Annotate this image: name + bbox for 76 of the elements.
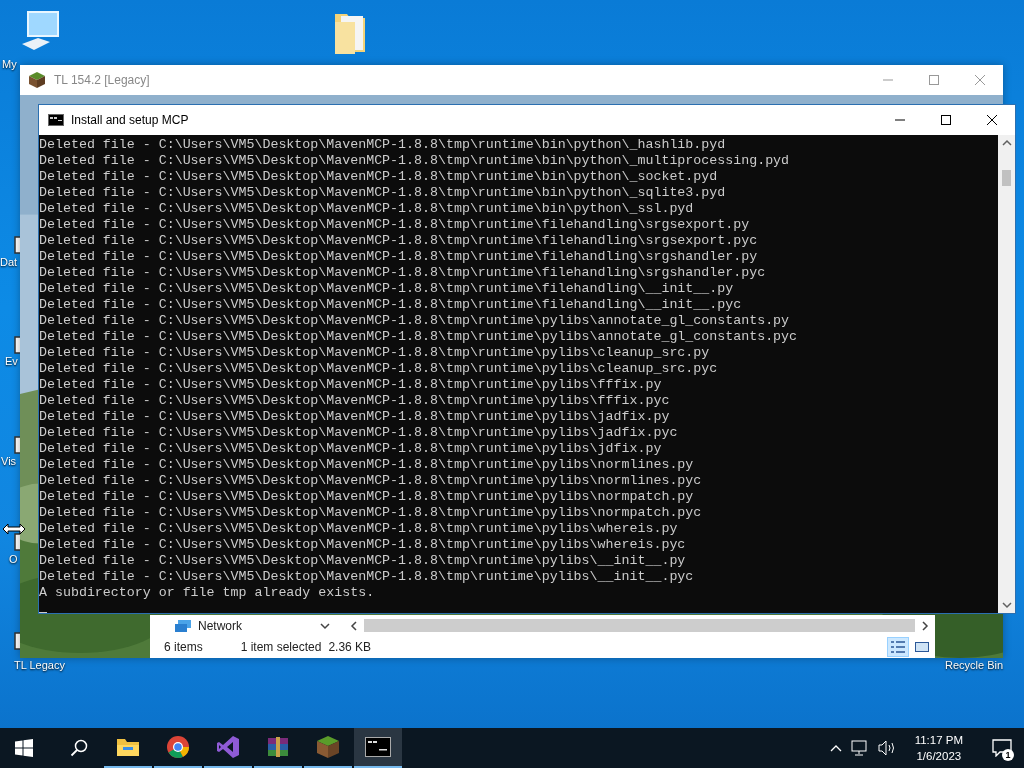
clock-date: 1/6/2023 [916, 749, 962, 764]
speech-bubble-icon [992, 739, 1012, 757]
location-label[interactable]: Network [198, 618, 314, 633]
console-line: Deleted file - C:\Users\VM5\Desktop\MavenMCP-1.8.8\tmp\runtime\pylibs\jadfix.py [39, 409, 671, 425]
selection-size: 2.36 KB [328, 639, 372, 654]
browser-icon [166, 735, 190, 759]
show-hidden-icons-caret-icon[interactable] [829, 744, 842, 752]
console-line: Deleted file - C:\Users\VM5\Desktop\MavenMCP-1.8.8\tmp\runtime\filehandling\srgsexport.py [39, 217, 751, 233]
preview-pane-icon [914, 639, 930, 654]
network-icon [174, 618, 192, 633]
console-icon [365, 737, 391, 757]
console-line: Deleted file - C:\Users\VM5\Desktop\MavenMCP-1.8.8\tmp\runtime\pylibs\__init__.py [39, 553, 687, 569]
desktop-icon-label[interactable]: Vis [1, 455, 17, 467]
start-windows-icon[interactable] [15, 739, 33, 757]
console-line: Deleted file - C:\Users\VM5\Desktop\MavenMCP-1.8.8\tmp\runtime\pylibs\whereis.py [39, 521, 679, 537]
console-line: Deleted file - C:\Users\VM5\Desktop\MavenMCP-1.8.8\tmp\runtime\bin\python\_hashlib.pyd [39, 137, 727, 153]
window-title: TL 154.2 [Legacy] [54, 73, 150, 87]
maximize-icon [940, 114, 952, 126]
console-line: Deleted file - C:\Users\VM5\Desktop\MavenMCP-1.8.8\tmp\runtime\pylibs\__init__.pyc [39, 569, 695, 585]
close-icon [974, 74, 986, 86]
clock-time: 11:17 PM [914, 733, 963, 748]
item-count: 6 items [164, 639, 203, 654]
window-title: Install and setup MCP [71, 113, 189, 127]
close-icon [986, 114, 998, 126]
console-line: Deleted file - C:\Users\VM5\Desktop\MavenMCP-1.8.8\tmp\runtime\bin\python\_ssl.pyd [39, 201, 695, 217]
ide-icon [216, 735, 240, 759]
desktop-icon-label[interactable]: Ev [5, 355, 18, 367]
console-line: Deleted file - C:\Users\VM5\Desktop\MavenMCP-1.8.8\tmp\runtime\bin\python\_socket.pyd [39, 169, 719, 185]
console-line: Deleted file - C:\Users\VM5\Desktop\MavenMCP-1.8.8\tmp\runtime\filehandling\__init__.pyc [39, 297, 743, 313]
details-list-icon [890, 639, 906, 654]
desktop-icon-label[interactable]: TL Legacy [14, 659, 65, 671]
console-line: Deleted file - C:\Users\VM5\Desktop\MavenMCP-1.8.8\tmp\runtime\bin\python\_sqlite3.pyd [39, 185, 727, 201]
grass-block-icon [316, 735, 340, 759]
taskbar-app-button[interactable] [354, 728, 402, 768]
search-icon[interactable] [70, 739, 88, 757]
selection-status: 1 item selected [240, 639, 322, 654]
horizontal-scrollbar[interactable] [348, 618, 931, 633]
notification-count: 1 [1002, 749, 1014, 761]
console-line: Deleted file - C:\Users\VM5\Desktop\MavenMCP-1.8.8\tmp\runtime\pylibs\whereis.pyc [39, 537, 687, 553]
console-line: Deleted file - C:\Users\VM5\Desktop\MavenMCP-1.8.8\tmp\runtime\filehandling\__init__.py [39, 281, 735, 297]
dropdown-chevron-icon[interactable] [320, 621, 330, 630]
scroll-left-icon[interactable] [348, 619, 360, 632]
scroll-right-icon[interactable] [919, 619, 931, 632]
console-line: Deleted file - C:\Users\VM5\Desktop\MavenMCP-1.8.8\tmp\runtime\pylibs\normlines.pyc [39, 473, 703, 489]
console-icon [48, 114, 64, 126]
scrollbar-thumb[interactable] [1002, 170, 1011, 186]
console-line: Deleted file - C:\Users\VM5\Desktop\MavenMCP-1.8.8\tmp\runtime\pylibs\normpatch.pyc [39, 505, 703, 521]
console-line: Deleted file - C:\Users\VM5\Desktop\MavenMCP-1.8.8\tmp\runtime\pylibs\cleanup_src.py [39, 345, 711, 361]
notification-center-button[interactable]: 1 [980, 728, 1024, 768]
console-line: Deleted file - C:\Users\VM5\Desktop\MavenMCP-1.8.8\tmp\runtime\filehandling\srgshandler.py [39, 249, 759, 265]
desktop-icon-label[interactable]: My [2, 58, 17, 70]
desktop-icon-label[interactable]: O [9, 553, 18, 565]
desktop-icon-label[interactable]: Dat [0, 256, 18, 268]
clock[interactable]: 11:17 PM 1/6/2023 [906, 732, 971, 764]
scrollbar-thumb[interactable] [364, 619, 915, 632]
details-view-button[interactable] [887, 636, 909, 657]
archive-books-icon [266, 735, 290, 759]
console-line: Deleted file - C:\Users\VM5\Desktop\MavenMCP-1.8.8\tmp\runtime\bin\python\_multiprocessing.pyd [39, 153, 791, 169]
console-line: Deleted file - C:\Users\VM5\Desktop\MavenMCP-1.8.8\tmp\runtime\pylibs\annotate_gl_constants.py [39, 313, 791, 329]
console-line: Deleted file - C:\Users\VM5\Desktop\MavenMCP-1.8.8\tmp\runtime\filehandling\srgshandler.pyc [39, 265, 767, 281]
console-line: Deleted file - C:\Users\VM5\Desktop\MavenMCP-1.8.8\tmp\runtime\filehandling\srgsexport.pyc [39, 233, 759, 249]
folder-icon [116, 736, 140, 758]
console-line: Deleted file - C:\Users\VM5\Desktop\MavenMCP-1.8.8\tmp\runtime\pylibs\cleanup_src.pyc [39, 361, 719, 377]
console-line: Deleted file - C:\Users\VM5\Desktop\MavenMCP-1.8.8\tmp\runtime\pylibs\fffix.py [39, 377, 663, 393]
console-line: Deleted file - C:\Users\VM5\Desktop\MavenMCP-1.8.8\tmp\runtime\pylibs\annotate_gl_constants.pyc [39, 329, 799, 345]
desktop-icon-label[interactable]: Recycle Bin [945, 659, 1004, 671]
console-line: Deleted file - C:\Users\VM5\Desktop\MavenMCP-1.8.8\tmp\runtime\pylibs\jadfix.pyc [39, 425, 679, 441]
grass-block-icon [28, 71, 46, 89]
console-line: Deleted file - C:\Users\VM5\Desktop\MavenMCP-1.8.8\tmp\runtime\pylibs\normpatch.py [39, 489, 695, 505]
console-line: A subdirectory or file tmp already exists. [39, 585, 376, 601]
network-status-icon[interactable] [850, 740, 869, 756]
maximize-icon [928, 74, 940, 86]
vertical-scrollbar[interactable] [998, 135, 1015, 613]
console-line: Deleted file - C:\Users\VM5\Desktop\MavenMCP-1.8.8\tmp\runtime\pylibs\normlines.py [39, 457, 695, 473]
console-line: Deleted file - C:\Users\VM5\Desktop\MavenMCP-1.8.8\tmp\runtime\pylibs\jdfix.py [39, 441, 663, 457]
console-line: Deleted file - C:\Users\VM5\Desktop\MavenMCP-1.8.8\tmp\runtime\pylibs\fffix.pyc [39, 393, 671, 409]
